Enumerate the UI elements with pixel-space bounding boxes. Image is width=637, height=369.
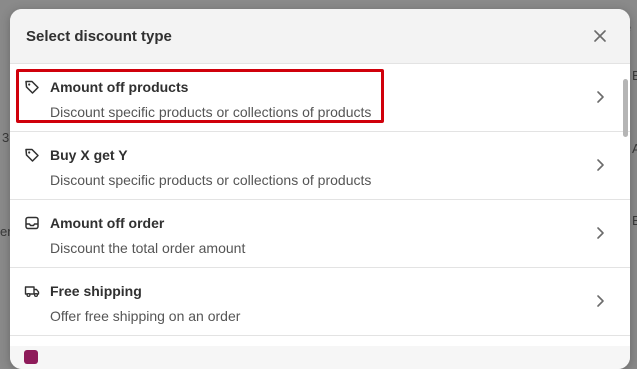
discount-option-amount-off-order[interactable]: Amount off order Discount the total orde…: [10, 200, 630, 268]
option-description: Discount specific products or collection…: [50, 172, 372, 188]
modal-title: Select discount type: [26, 27, 172, 45]
modal-header: Select discount type: [10, 9, 630, 64]
tag-icon: [25, 148, 39, 162]
chevron-right-icon: [597, 295, 604, 307]
app-icon: [24, 350, 38, 364]
chevron-right-icon: [597, 227, 604, 239]
backdrop-text-fragment: E: [632, 213, 637, 228]
close-icon: [594, 30, 606, 42]
discount-option-partial[interactable]: [10, 346, 630, 369]
backdrop-text-fragment: 3: [2, 130, 10, 145]
chevron-right-icon: [597, 91, 604, 103]
discount-type-list: Amount off products Discount specific pr…: [10, 64, 630, 336]
option-label: Amount off products: [50, 79, 189, 95]
discount-option-free-shipping[interactable]: Free shipping Offer free shipping on an …: [10, 268, 630, 336]
discount-option-buy-x-get-y[interactable]: Buy X get Y Discount specific products o…: [10, 132, 630, 200]
inbox-icon: [25, 216, 39, 230]
scrollbar[interactable]: [623, 79, 628, 137]
option-description: Discount the total order amount: [50, 240, 246, 256]
option-description: Discount specific products or collection…: [50, 104, 372, 120]
backdrop-text-fragment: A: [632, 141, 637, 156]
tag-icon: [25, 80, 39, 94]
close-button[interactable]: [586, 22, 614, 50]
discount-option-amount-off-products[interactable]: Amount off products Discount specific pr…: [10, 64, 630, 132]
truck-icon: [24, 286, 40, 298]
chevron-right-icon: [597, 159, 604, 171]
backdrop-text-fragment: B: [632, 68, 637, 83]
option-label: Amount off order: [50, 215, 165, 231]
option-label: Buy X get Y: [50, 147, 128, 163]
option-description: Offer free shipping on an order: [50, 308, 241, 324]
discount-type-modal: Select discount type Amount off products…: [10, 9, 630, 369]
option-label: Free shipping: [50, 283, 142, 299]
